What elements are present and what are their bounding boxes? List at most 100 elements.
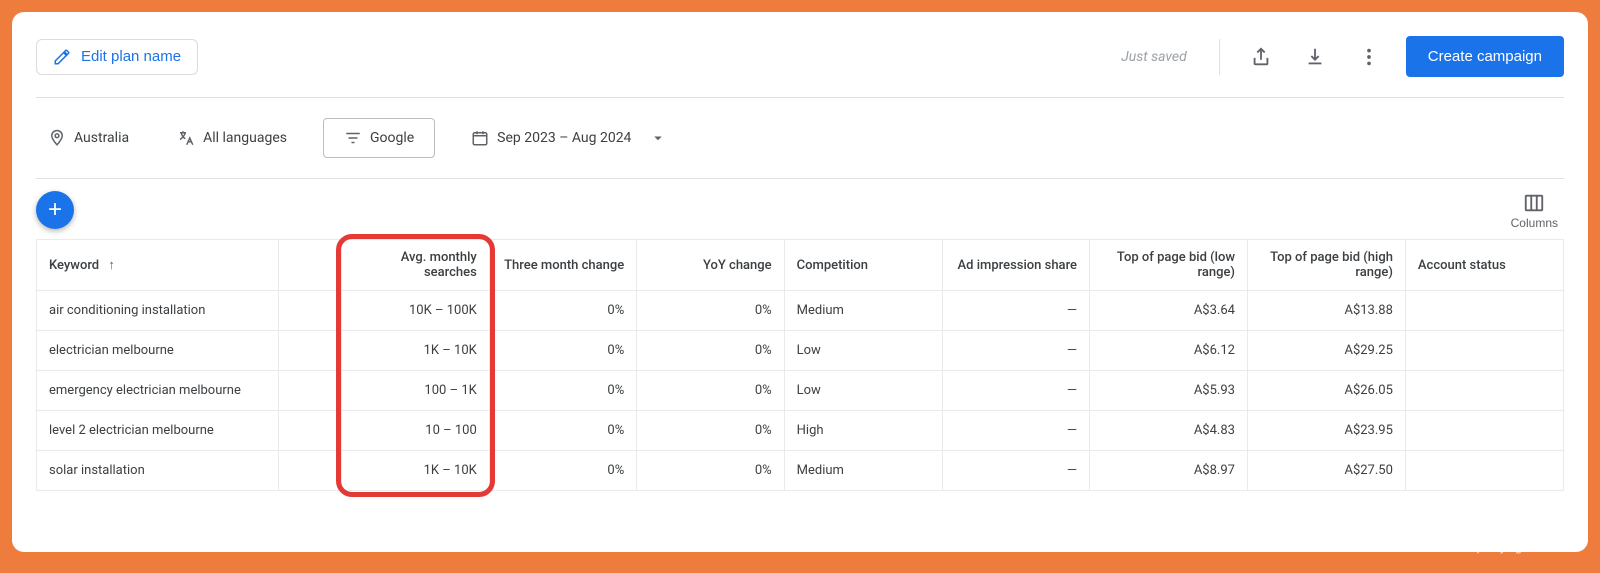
save-status: Just saved xyxy=(1121,49,1187,65)
vertical-divider xyxy=(1219,39,1220,75)
cell-account-status xyxy=(1405,371,1563,411)
cell-bid-high: A$26.05 xyxy=(1247,371,1405,411)
header-avg-monthly-searches[interactable]: Avg. monthly searches xyxy=(342,240,489,291)
cell-ad-impression-share: — xyxy=(942,411,1089,451)
watermark: sparkydigital.com.au xyxy=(1471,540,1580,554)
top-right-actions: Just saved Create campaign xyxy=(1121,36,1564,77)
header-bid-high-label: Top of page bid (high range) xyxy=(1270,250,1393,280)
share-button[interactable] xyxy=(1244,40,1278,74)
cell-competition: Low xyxy=(784,331,942,371)
filters-row: Australia All languages Google Sep 2023 … xyxy=(36,98,1564,179)
network-filter[interactable]: Google xyxy=(323,118,435,158)
table-body: air conditioning installation10K – 100K0… xyxy=(37,291,1564,491)
translate-icon xyxy=(177,129,195,147)
cell-keyword: level 2 electrician melbourne xyxy=(37,411,279,451)
header-three-month-change[interactable]: Three month change xyxy=(489,240,636,291)
add-keyword-fab[interactable]: + xyxy=(36,191,74,229)
table-header-row: Keyword ↑ Avg. monthly searches Three mo… xyxy=(37,240,1564,291)
cell-competition: High xyxy=(784,411,942,451)
cell-ad-impression-share: — xyxy=(942,451,1089,491)
location-filter[interactable]: Australia xyxy=(36,121,141,155)
cell-yoy-change: 0% xyxy=(637,331,784,371)
date-range-label: Sep 2023 – Aug 2024 xyxy=(497,130,631,146)
cell-bid-low: A$6.12 xyxy=(1090,331,1248,371)
cell-competition: Medium xyxy=(784,291,942,331)
cell-bid-high: A$29.25 xyxy=(1247,331,1405,371)
sort-ascending-icon: ↑ xyxy=(108,258,115,273)
language-filter[interactable]: All languages xyxy=(165,121,299,155)
app-container: Edit plan name Just saved Create campaig… xyxy=(12,12,1588,552)
more-vert-icon xyxy=(1358,46,1380,68)
cell-avg-monthly-searches: 1K – 10K xyxy=(342,451,489,491)
header-avg-label: Avg. monthly searches xyxy=(401,250,477,280)
cell-bid-low: A$8.97 xyxy=(1090,451,1248,491)
header-comp-label: Competition xyxy=(797,258,868,273)
cell-keyword: air conditioning installation xyxy=(37,291,279,331)
columns-button[interactable]: Columns xyxy=(1505,191,1564,231)
cell-competition: Low xyxy=(784,371,942,411)
network-label: Google xyxy=(370,130,414,146)
download-icon xyxy=(1304,46,1326,68)
cell-avg-monthly-searches: 10K – 100K xyxy=(342,291,489,331)
edit-plan-name-label: Edit plan name xyxy=(81,48,181,65)
location-pin-icon xyxy=(48,129,66,147)
download-button[interactable] xyxy=(1298,40,1332,74)
cell-bid-low: A$3.64 xyxy=(1090,291,1248,331)
cell-avg-monthly-searches: 10 – 100 xyxy=(342,411,489,451)
header-competition[interactable]: Competition xyxy=(784,240,942,291)
chevron-down-icon xyxy=(649,129,667,147)
cell-ad-impression-share: — xyxy=(942,331,1089,371)
plus-icon: + xyxy=(48,196,62,224)
cell-competition: Medium xyxy=(784,451,942,491)
cell-yoy-change: 0% xyxy=(637,291,784,331)
table-row[interactable]: emergency electrician melbourne100 – 1K0… xyxy=(37,371,1564,411)
header-ad-impression-share[interactable]: Ad impression share xyxy=(942,240,1089,291)
edit-plan-name-button[interactable]: Edit plan name xyxy=(36,39,198,75)
language-label: All languages xyxy=(203,130,287,146)
pencil-icon xyxy=(53,48,71,66)
cell-bid-high: A$13.88 xyxy=(1247,291,1405,331)
cell-bid-low: A$5.93 xyxy=(1090,371,1248,411)
cell-account-status xyxy=(1405,291,1563,331)
header-keyword[interactable]: Keyword ↑ xyxy=(37,240,279,291)
header-imp-label: Ad impression share xyxy=(958,258,1077,273)
header-bid-high[interactable]: Top of page bid (high range) xyxy=(1247,240,1405,291)
table-toolbar: + Columns xyxy=(36,179,1564,231)
table-row[interactable]: air conditioning installation 10K – 100K 0… xyxy=(37,291,1564,331)
table-row[interactable]: electrician melbourne1K – 10K0%0%Low—A$6… xyxy=(37,331,1564,371)
cell-ad-impression-share: — xyxy=(942,291,1089,331)
table-row[interactable]: solar installation1K – 10K0%0%Medium—A$8… xyxy=(37,451,1564,491)
columns-label: Columns xyxy=(1511,216,1558,230)
cell-keyword: electrician melbourne xyxy=(37,331,279,371)
create-campaign-button[interactable]: Create campaign xyxy=(1406,36,1564,77)
header-yoy-label: YoY change xyxy=(703,258,772,273)
cell-blank xyxy=(279,411,342,451)
date-range-filter[interactable]: Sep 2023 – Aug 2024 xyxy=(459,121,679,155)
header-blank xyxy=(279,240,342,291)
cell-blank xyxy=(279,331,342,371)
cell-keyword: emergency electrician melbourne xyxy=(37,371,279,411)
cell-yoy-change: 0% xyxy=(637,371,784,411)
header-bid-low[interactable]: Top of page bid (low range) xyxy=(1090,240,1248,291)
location-label: Australia xyxy=(74,130,129,146)
columns-icon xyxy=(1523,192,1545,214)
cell-three-month-change: 0% xyxy=(489,411,636,451)
filter-icon xyxy=(344,129,362,147)
cell-account-status xyxy=(1405,331,1563,371)
cell-three-month-change: 0% xyxy=(489,451,636,491)
cell-bid-high: A$27.50 xyxy=(1247,451,1405,491)
cell-blank xyxy=(279,291,342,331)
header-account-status[interactable]: Account status xyxy=(1405,240,1563,291)
cell-three-month-change: 0% xyxy=(489,331,636,371)
cell-yoy-change: 0% xyxy=(637,451,784,491)
keywords-table: Keyword ↑ Avg. monthly searches Three mo… xyxy=(36,239,1564,491)
cell-keyword: solar installation xyxy=(37,451,279,491)
top-bar: Edit plan name Just saved Create campaig… xyxy=(36,36,1564,98)
table-row[interactable]: level 2 electrician melbourne10 – 1000%0… xyxy=(37,411,1564,451)
cell-account-status xyxy=(1405,451,1563,491)
more-options-button[interactable] xyxy=(1352,40,1386,74)
cell-account-status xyxy=(1405,411,1563,451)
header-keyword-label: Keyword xyxy=(49,258,99,273)
header-status-label: Account status xyxy=(1418,258,1506,273)
header-yoy-change[interactable]: YoY change xyxy=(637,240,784,291)
